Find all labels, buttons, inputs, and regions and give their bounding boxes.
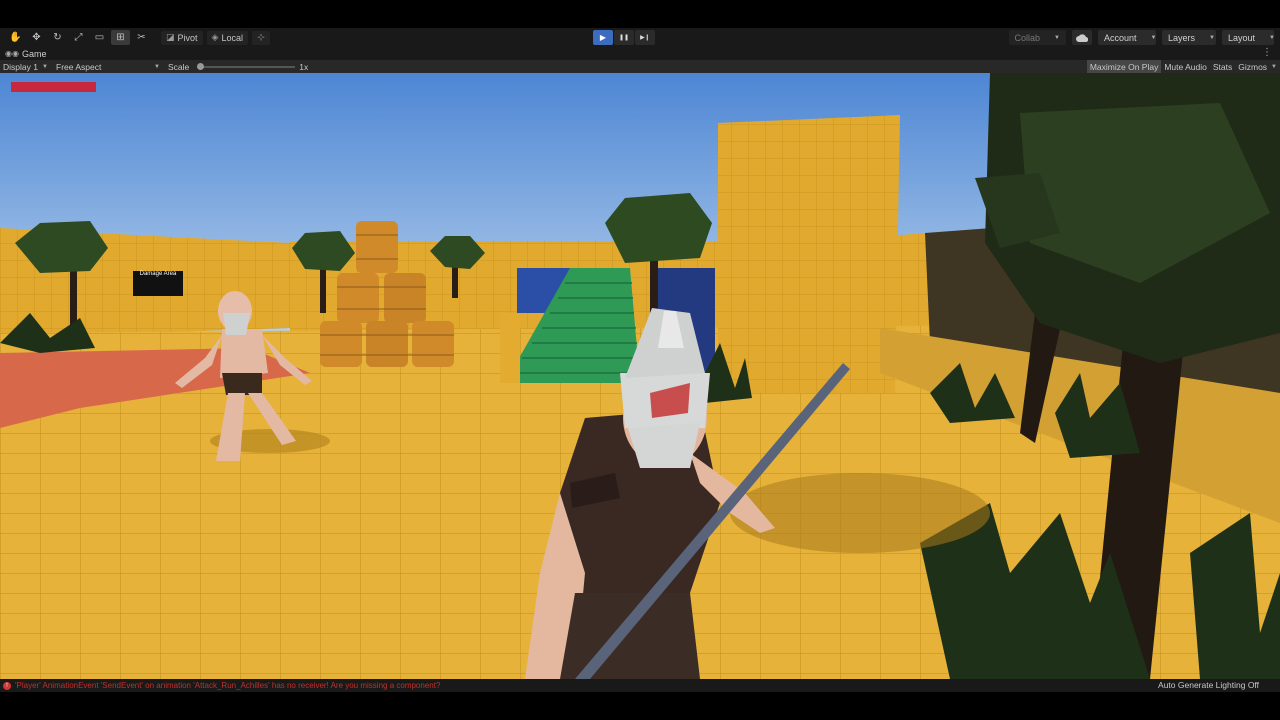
local-toggle[interactable]: ◈ Local [206, 30, 248, 45]
maximize-on-play-label: Maximize On Play [1089, 61, 1159, 72]
player-health-bar [11, 82, 96, 92]
tab-game-label: Game [21, 48, 47, 59]
scale-value: 1x [299, 61, 309, 72]
play-button[interactable]: ▶ [593, 30, 613, 45]
tree-shadow [730, 473, 990, 553]
scale-control: Scale 1x [168, 62, 308, 72]
account-dropdown[interactable]: Account ▼ [1098, 30, 1156, 45]
chevron-down-icon: ▼ [1209, 34, 1215, 41]
transform-tool-icon[interactable]: ⊞ [111, 30, 130, 45]
pivot-icon: ◪ [166, 32, 175, 42]
aspect-dropdown[interactable]: Free Aspect ▼ [56, 62, 160, 72]
letterbox-top [0, 0, 1280, 28]
stats-toggle[interactable]: Stats [1210, 60, 1235, 73]
main-toolbar: ✋ ✥ ↻ ⤢ ▭ ⊞ ✂ ◪ Pivot ◈ Local ⊹ ▶ ❚❚ ▶❙ … [0, 28, 1280, 47]
aspect-label: Free Aspect [56, 61, 102, 72]
mute-audio-label: Mute Audio [1164, 61, 1207, 72]
stair-side-block [500, 313, 520, 383]
chevron-down-icon: ▼ [154, 63, 160, 70]
chevron-down-icon: ▼ [1269, 34, 1275, 41]
gizmos-label: Gizmos [1238, 61, 1268, 72]
tab-game[interactable]: ◉◉ Game [5, 49, 46, 59]
tall-pillar [718, 115, 900, 393]
layers-dropdown[interactable]: Layers ▼ [1162, 30, 1216, 45]
hand-tool-icon[interactable]: ✋ [6, 30, 25, 45]
gamepad-icon: ◉◉ [5, 49, 19, 58]
display-label: Display 1 [3, 61, 38, 72]
pivot-label: Pivot [177, 32, 198, 43]
chevron-down-icon: ▼ [1271, 63, 1277, 70]
rotate-tool-icon[interactable]: ↻ [48, 30, 67, 45]
scale-tool-icon[interactable]: ⤢ [69, 30, 88, 45]
custom-tool-icon[interactable]: ✂ [132, 30, 151, 45]
letterbox-bottom [0, 692, 1280, 720]
cloud-icon [1076, 33, 1088, 42]
local-label: Local [221, 32, 243, 43]
stats-label: Stats [1212, 61, 1233, 72]
gizmos-dropdown[interactable]: Gizmos ▼ [1235, 60, 1280, 73]
layout-dropdown[interactable]: Layout ▼ [1222, 30, 1275, 45]
layout-label: Layout [1228, 32, 1256, 43]
pivot-toggle[interactable]: ◪ Pivot [161, 30, 203, 45]
scale-slider-knob[interactable] [197, 62, 205, 70]
scale-label: Scale [168, 61, 190, 72]
maximize-on-play-toggle[interactable]: Maximize On Play [1086, 60, 1162, 73]
cloud-button[interactable] [1072, 30, 1092, 45]
grid-snap-icon: ⊹ [257, 32, 265, 42]
chevron-down-icon: ▼ [1150, 34, 1157, 41]
console-error-message[interactable]: 'Player' AnimationEvent 'SendEvent' on a… [15, 681, 440, 690]
collab-dropdown[interactable]: Collab ▼ [1008, 30, 1066, 45]
display-dropdown[interactable]: Display 1 ▼ [3, 62, 53, 72]
chevron-down-icon: ▼ [1054, 34, 1060, 41]
toolbar-right: Collab ▼ Account ▼ Layers ▼ Layout ▼ [1008, 30, 1275, 45]
grid-snap-button[interactable]: ⊹ [251, 30, 270, 45]
game-viewport[interactable]: Damage Area [0, 73, 1280, 679]
lighting-status[interactable]: Auto Generate Lighting Off [1158, 680, 1259, 690]
chevron-down-icon: ▼ [41, 63, 48, 70]
damage-area-sign-text: Damage Area [139, 271, 177, 277]
step-button[interactable]: ▶❙ [635, 30, 655, 45]
error-icon[interactable]: ! [3, 681, 11, 690]
step-icon: ▶❙ [640, 35, 650, 41]
play-controls: ▶ ❚❚ ▶❙ [593, 30, 655, 45]
transform-tools: ✋ ✥ ↻ ⤢ ▭ ⊞ ✂ [6, 30, 151, 45]
local-icon: ◈ [211, 32, 219, 42]
mute-audio-toggle[interactable]: Mute Audio [1161, 60, 1210, 73]
game-tab-bar: ◉◉ Game ⋮ [0, 47, 1280, 60]
rect-tool-icon[interactable]: ▭ [90, 30, 109, 45]
scene-render [0, 73, 1280, 679]
move-tool-icon[interactable]: ✥ [27, 30, 46, 45]
tab-menu-icon[interactable]: ⋮ [1262, 47, 1272, 58]
game-view-toggles: Maximize On Play Mute Audio Stats Gizmos… [1086, 60, 1280, 73]
collab-label: Collab [1014, 32, 1041, 43]
layers-label: Layers [1168, 32, 1196, 43]
status-bar: ! 'Player' AnimationEvent 'SendEvent' on… [0, 679, 1280, 692]
game-view-toolbar: Display 1 ▼ Free Aspect ▼ Scale 1x Maxim… [0, 60, 1280, 73]
scale-slider[interactable] [197, 62, 296, 70]
play-icon: ▶ [599, 33, 607, 42]
account-label: Account [1104, 32, 1137, 43]
pause-button[interactable]: ❚❚ [614, 30, 634, 45]
pause-icon: ❚❚ [618, 35, 630, 41]
